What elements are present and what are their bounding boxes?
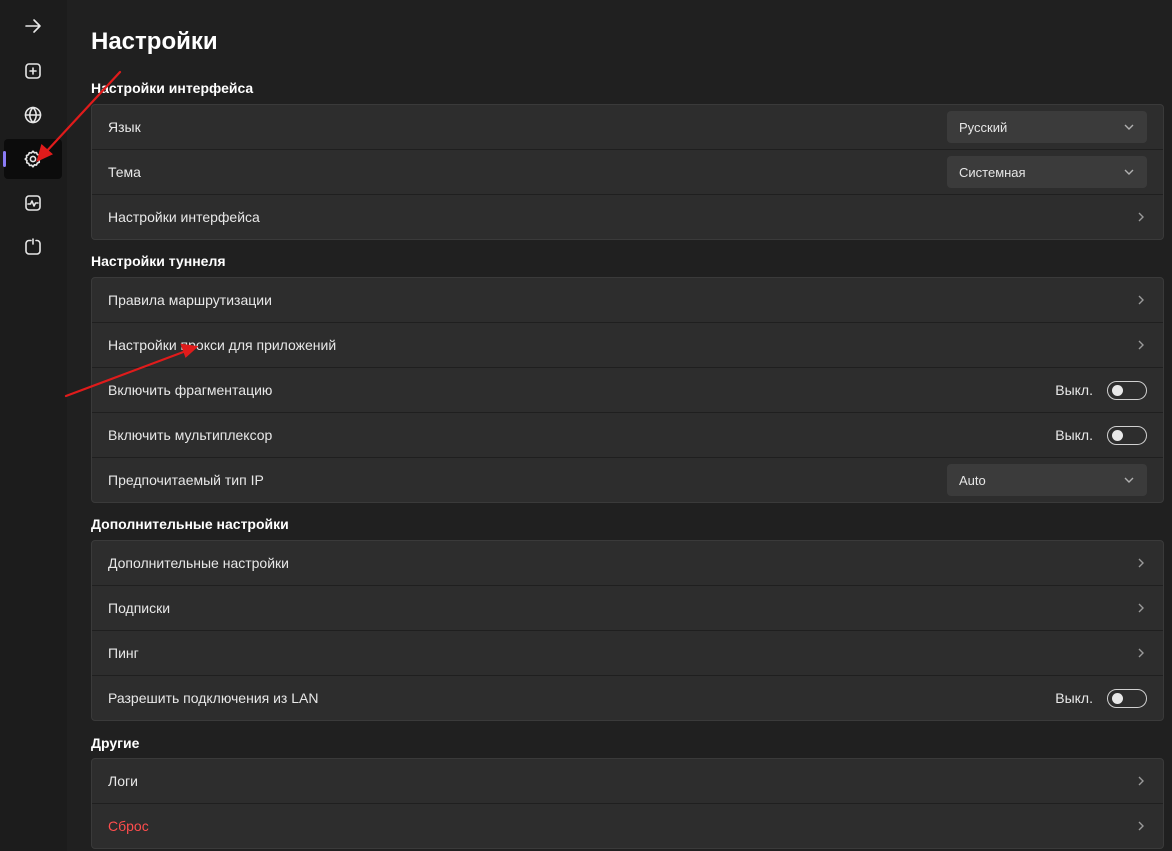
lan-label: Разрешить подключения из LAN <box>108 690 319 706</box>
nav-expand-button[interactable] <box>4 6 62 46</box>
section-title-advanced: Дополнительные настройки <box>91 516 289 532</box>
theme-select[interactable]: Системная <box>947 156 1147 188</box>
advanced-settings-link[interactable]: Дополнительные настройки <box>92 541 1163 585</box>
ip-type-row: Предпочитаемый тип IP Auto <box>92 457 1163 502</box>
page-title: Настройки <box>91 28 218 55</box>
section-title-tunnel: Настройки туннеля <box>91 253 226 269</box>
reset-link[interactable]: Сброс <box>92 803 1163 848</box>
app-proxy-label: Настройки прокси для приложений <box>108 337 337 353</box>
language-value: Русский <box>959 119 1008 135</box>
interface-settings-label: Настройки интерфейса <box>108 209 260 225</box>
sidebar <box>0 0 67 851</box>
nav-proxies-button[interactable] <box>4 95 62 135</box>
advanced-settings-card: Дополнительные настройки Подписки Пинг Р… <box>91 540 1164 721</box>
power-restart-icon <box>25 238 41 255</box>
app-proxy-link[interactable]: Настройки прокси для приложений <box>92 322 1163 367</box>
multiplexer-toggle[interactable] <box>1107 425 1147 445</box>
ip-type-label: Предпочитаемый тип IP <box>108 472 264 488</box>
theme-row: Тема Системная <box>92 149 1163 194</box>
nav-restart-button[interactable] <box>4 227 62 267</box>
lan-toggle[interactable] <box>1107 688 1147 708</box>
chevron-right-icon <box>1138 558 1144 568</box>
fragmentation-label: Включить фрагментацию <box>108 382 273 398</box>
chevron-right-icon <box>1138 340 1144 350</box>
multiplexer-row: Включить мультиплексор Выкл. <box>92 412 1163 457</box>
fragmentation-toggle[interactable] <box>1107 380 1147 400</box>
activity-monitor-icon <box>25 195 41 211</box>
chevron-right-icon <box>1138 821 1144 831</box>
fragmentation-state: Выкл. <box>1055 382 1093 398</box>
arrow-right-icon <box>25 19 41 33</box>
chevron-right-icon <box>1138 212 1144 222</box>
toggle-knob <box>1112 692 1123 704</box>
reset-label: Сброс <box>108 818 149 834</box>
ping-label: Пинг <box>108 645 139 661</box>
chevron-right-icon <box>1138 648 1144 658</box>
nav-settings-button[interactable] <box>3 139 62 179</box>
nav-new-profile-button[interactable] <box>4 51 62 91</box>
interface-settings-card: Язык Русский Тема Системная Настройки ин… <box>91 104 1164 240</box>
fragmentation-row: Включить фрагментацию Выкл. <box>92 367 1163 412</box>
language-label: Язык <box>108 119 141 135</box>
gear-icon <box>24 150 42 168</box>
chevron-down-icon <box>1124 124 1134 130</box>
subscriptions-label: Подписки <box>108 600 171 616</box>
chevron-right-icon <box>1138 603 1144 613</box>
advanced-settings-label: Дополнительные настройки <box>108 555 289 571</box>
tunnel-settings-card: Правила маршрутизации Настройки прокси д… <box>91 277 1164 503</box>
language-select[interactable]: Русский <box>947 111 1147 143</box>
ip-type-select[interactable]: Auto <box>947 464 1147 496</box>
theme-value: Системная <box>959 164 1026 180</box>
language-row: Язык Русский <box>92 105 1163 149</box>
toggle-knob <box>1112 429 1123 441</box>
plus-square-icon <box>25 63 41 79</box>
multiplexer-state: Выкл. <box>1055 427 1093 443</box>
active-nav-indicator <box>3 151 6 167</box>
section-title-interface: Настройки интерфейса <box>91 80 254 96</box>
logs-label: Логи <box>108 773 138 789</box>
chevron-right-icon <box>1138 295 1144 305</box>
lan-row: Разрешить подключения из LAN Выкл. <box>92 675 1163 720</box>
interface-settings-link[interactable]: Настройки интерфейса <box>92 194 1163 239</box>
lan-state: Выкл. <box>1055 690 1093 706</box>
globe-icon <box>24 106 42 124</box>
other-settings-card: Логи Сброс <box>91 758 1164 849</box>
logs-link[interactable]: Логи <box>92 759 1163 803</box>
subscriptions-link[interactable]: Подписки <box>92 585 1163 630</box>
ping-link[interactable]: Пинг <box>92 630 1163 675</box>
chevron-down-icon <box>1124 477 1134 483</box>
ip-type-value: Auto <box>959 472 986 488</box>
main-content: Настройки Настройки интерфейса Язык Русс… <box>67 0 1172 851</box>
toggle-knob <box>1112 384 1123 396</box>
theme-label: Тема <box>108 164 141 180</box>
chevron-right-icon <box>1138 776 1144 786</box>
routing-rules-link[interactable]: Правила маршрутизации <box>92 278 1163 322</box>
section-title-other: Другие <box>91 735 140 751</box>
multiplexer-label: Включить мультиплексор <box>108 427 273 443</box>
nav-monitor-button[interactable] <box>4 183 62 223</box>
chevron-down-icon <box>1124 169 1134 175</box>
routing-rules-label: Правила маршрутизации <box>108 292 272 308</box>
